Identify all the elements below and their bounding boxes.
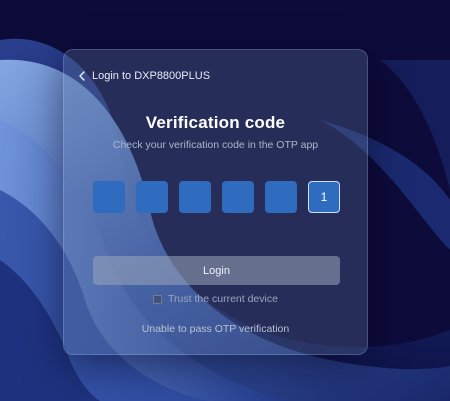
unable-otp-link[interactable]: Unable to pass OTP verification [64,323,367,335]
login-button[interactable]: Login [93,256,340,285]
otp-input-group: 1 [93,181,340,213]
chevron-left-icon [78,71,86,81]
otp-digit-5[interactable] [265,181,297,213]
otp-verification-dialog: Login to DXP8800PLUS Verification code C… [63,49,368,355]
otp-digit-1[interactable] [93,181,125,213]
otp-digit-6[interactable]: 1 [308,181,340,213]
dialog-subtitle: Check your verification code in the OTP … [112,139,319,151]
otp-digit-2[interactable] [136,181,168,213]
trust-device-row: Trust the current device [64,293,367,305]
otp-digit-4[interactable] [222,181,254,213]
back-to-login-link[interactable]: Login to DXP8800PLUS [78,70,210,82]
trust-device-label[interactable]: Trust the current device [168,293,278,305]
trust-device-checkbox[interactable] [153,294,163,304]
dialog-title: Verification code [145,113,286,132]
back-link-label: Login to DXP8800PLUS [92,70,211,82]
otp-digit-3[interactable] [179,181,211,213]
